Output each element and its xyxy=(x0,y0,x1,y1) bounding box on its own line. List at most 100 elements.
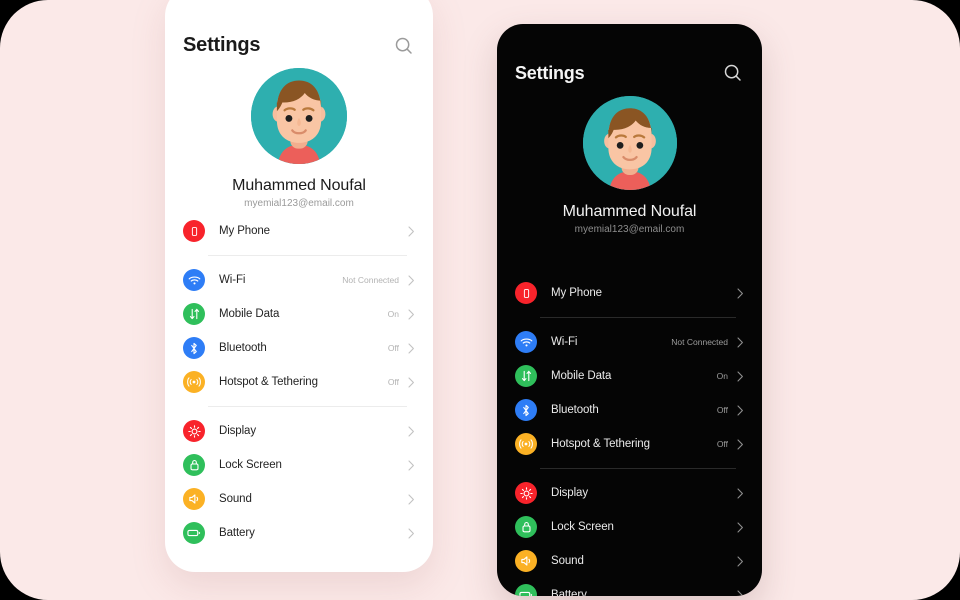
wifi-icon xyxy=(515,331,537,353)
chevron-right-icon xyxy=(408,225,415,237)
phone-icon xyxy=(183,220,205,242)
settings-row-hotspot-tethering[interactable]: Hotspot & Tethering Off xyxy=(497,427,762,461)
settings-row-bluetooth[interactable]: Bluetooth Off xyxy=(497,393,762,427)
chevron-right-icon xyxy=(737,589,744,596)
settings-row-wi-fi[interactable]: Wi-Fi Not Connected xyxy=(165,263,433,297)
settings-row-display[interactable]: Display xyxy=(165,414,433,448)
list-divider xyxy=(208,406,407,407)
settings-row-sound[interactable]: Sound xyxy=(497,544,762,578)
settings-row-my-phone[interactable]: My Phone xyxy=(165,214,433,248)
chevron-right-icon xyxy=(408,425,415,437)
phone-mockup-dark: Settings Muhammed Noufal myemial123@emai… xyxy=(497,24,762,596)
chevron-right-icon xyxy=(737,370,744,382)
settings-row-sound[interactable]: Sound xyxy=(165,482,433,516)
settings-row-value: Off xyxy=(387,343,399,353)
settings-screen-dark: Settings Muhammed Noufal myemial123@emai… xyxy=(497,24,762,596)
lock-icon xyxy=(183,454,205,476)
settings-list: My Phone Wi-Fi Not Connected Mobile Data… xyxy=(165,214,433,550)
settings-row-my-phone[interactable]: My Phone xyxy=(497,276,762,310)
list-divider xyxy=(540,317,736,318)
phone-mockup-light: Settings Muhammed Noufal myemial123@emai… xyxy=(165,0,433,572)
page-title: Settings xyxy=(515,62,585,83)
search-icon[interactable] xyxy=(722,62,744,84)
design-canvas: Settings Muhammed Noufal myemial123@emai… xyxy=(0,0,960,600)
page-title: Settings xyxy=(183,34,261,56)
phone-icon xyxy=(515,282,537,304)
settings-row-label: Sound xyxy=(551,555,584,567)
brightness-icon xyxy=(515,482,537,504)
chevron-right-icon xyxy=(408,308,415,320)
settings-row-label: Mobile Data xyxy=(219,308,280,320)
user-name: Muhammed Noufal xyxy=(562,203,697,220)
chevron-right-icon xyxy=(408,342,415,354)
list-divider xyxy=(540,468,736,469)
settings-row-label: Wi-Fi xyxy=(219,274,246,286)
user-email: myemial123@email.com xyxy=(574,224,685,235)
settings-row-value: Off xyxy=(716,439,728,449)
user-profile[interactable]: Muhammed Noufal myemial123@email.com xyxy=(165,68,433,209)
chevron-right-icon xyxy=(408,274,415,286)
search-icon[interactable] xyxy=(393,35,415,57)
app-header: Settings xyxy=(497,62,762,84)
settings-row-value: Off xyxy=(387,377,399,387)
avatar xyxy=(251,68,347,164)
settings-screen-light: Settings Muhammed Noufal myemial123@emai… xyxy=(165,0,433,572)
settings-row-label: My Phone xyxy=(219,225,270,237)
app-header: Settings xyxy=(165,34,433,57)
user-profile[interactable]: Muhammed Noufal myemial123@email.com xyxy=(497,96,762,235)
settings-row-value: Not Connected xyxy=(342,275,399,285)
bluetooth-icon xyxy=(515,399,537,421)
chevron-right-icon xyxy=(737,487,744,499)
settings-row-label: Hotspot & Tethering xyxy=(219,376,318,388)
settings-row-label: Sound xyxy=(219,493,252,505)
settings-row-label: Display xyxy=(551,487,589,499)
settings-row-label: Battery xyxy=(551,589,587,596)
settings-row-label: Lock Screen xyxy=(219,459,282,471)
mobile-data-icon xyxy=(183,303,205,325)
settings-row-bluetooth[interactable]: Bluetooth Off xyxy=(165,331,433,365)
settings-row-label: Wi-Fi xyxy=(551,336,578,348)
chevron-right-icon xyxy=(737,438,744,450)
settings-row-value: Not Connected xyxy=(671,337,728,347)
settings-row-lock-screen[interactable]: Lock Screen xyxy=(497,510,762,544)
settings-row-label: Mobile Data xyxy=(551,370,612,382)
settings-row-label: Battery xyxy=(219,527,255,539)
settings-row-lock-screen[interactable]: Lock Screen xyxy=(165,448,433,482)
battery-icon xyxy=(515,584,537,596)
chevron-right-icon xyxy=(408,493,415,505)
settings-row-mobile-data[interactable]: Mobile Data On xyxy=(165,297,433,331)
chevron-right-icon xyxy=(408,527,415,539)
mobile-data-icon xyxy=(515,365,537,387)
settings-row-label: Display xyxy=(219,425,257,437)
chevron-right-icon xyxy=(408,376,415,388)
battery-icon xyxy=(183,522,205,544)
user-name: Muhammed Noufal xyxy=(232,177,366,194)
chevron-right-icon xyxy=(737,287,744,299)
speaker-icon xyxy=(183,488,205,510)
wifi-icon xyxy=(183,269,205,291)
settings-row-value: On xyxy=(387,309,399,319)
hotspot-icon xyxy=(183,371,205,393)
chevron-right-icon xyxy=(737,555,744,567)
settings-row-battery[interactable]: Battery xyxy=(165,516,433,550)
settings-row-display[interactable]: Display xyxy=(497,476,762,510)
settings-row-hotspot-tethering[interactable]: Hotspot & Tethering Off xyxy=(165,365,433,399)
settings-row-label: Lock Screen xyxy=(551,521,614,533)
settings-row-battery[interactable]: Battery xyxy=(497,578,762,596)
lock-icon xyxy=(515,516,537,538)
settings-row-label: Bluetooth xyxy=(551,404,599,416)
brightness-icon xyxy=(183,420,205,442)
user-email: myemial123@email.com xyxy=(244,198,354,209)
settings-row-value: On xyxy=(716,371,728,381)
settings-row-value: Off xyxy=(716,405,728,415)
settings-row-label: Hotspot & Tethering xyxy=(551,438,650,450)
chevron-right-icon xyxy=(408,459,415,471)
settings-list: My Phone Wi-Fi Not Connected Mobile Data… xyxy=(497,276,762,596)
settings-row-mobile-data[interactable]: Mobile Data On xyxy=(497,359,762,393)
chevron-right-icon xyxy=(737,336,744,348)
list-divider xyxy=(208,255,407,256)
settings-row-label: Bluetooth xyxy=(219,342,267,354)
settings-row-wi-fi[interactable]: Wi-Fi Not Connected xyxy=(497,325,762,359)
bluetooth-icon xyxy=(183,337,205,359)
avatar xyxy=(582,96,677,190)
